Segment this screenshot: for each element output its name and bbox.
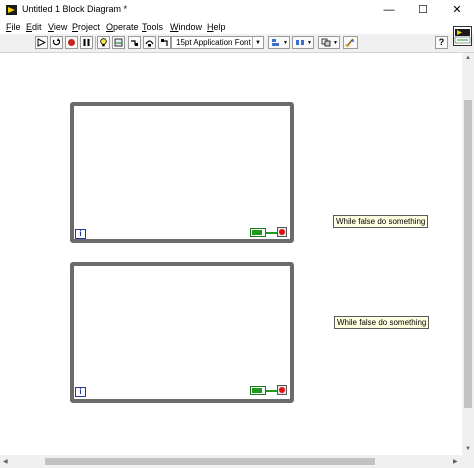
false-constant[interactable] [250,386,266,395]
distribute-objects-button[interactable]: ▼ [292,36,314,49]
stop-icon [279,387,285,393]
vi-connector-icon [454,29,471,44]
while-loop-1[interactable] [70,102,294,243]
toolbar: 15pt Application Font ▼ ▼ ▼ ▼ ? [0,34,474,53]
reorder-icon [321,38,331,47]
context-help-button[interactable]: ? [435,36,448,49]
scroll-right-icon[interactable]: ▶ [453,458,458,465]
window-title: Untitled 1 Block Diagram * [22,4,128,14]
block-diagram-canvas[interactable]: i While false do something i While false… [0,53,462,455]
menu-operate[interactable]: Operate [106,22,139,32]
reorder-button[interactable]: ▼ [318,36,340,49]
iteration-terminal[interactable]: i [75,387,86,397]
boolean-wire[interactable] [266,390,277,392]
menu-file[interactable]: File [6,22,21,32]
iteration-terminal[interactable]: i [75,229,86,239]
chevron-down-icon: ▼ [333,39,338,46]
false-constant[interactable] [250,228,266,237]
free-label-comment[interactable]: While false do something [333,215,429,228]
run-button[interactable] [35,36,48,49]
while-loop-2[interactable] [70,262,294,403]
chevron-down-icon: ▼ [252,37,263,48]
abort-icon [68,39,75,46]
loop-condition-terminal[interactable] [277,227,287,237]
stop-icon [279,229,285,235]
abort-button[interactable] [65,36,78,49]
vi-icon[interactable] [453,26,472,46]
step-over-button[interactable] [143,36,156,49]
step-out-button[interactable] [158,36,171,49]
scroll-up-icon[interactable]: ▲ [465,55,471,61]
toolbar-separator [95,36,96,50]
highlight-execution-button[interactable] [97,36,110,49]
font-select-value: 15pt Application Font [176,38,251,47]
labview-block-diagram-icon [6,5,17,15]
pause-icon [83,39,90,46]
clean-up-diagram-icon [345,38,354,47]
menu-bar: File Edit View Project Operate Tools Win… [0,21,474,34]
boolean-wire[interactable] [266,232,277,234]
minimize-button[interactable]: — [372,0,406,21]
pause-button[interactable] [80,36,93,49]
align-objects-icon [272,39,279,46]
align-objects-button[interactable]: ▼ [268,36,290,49]
menu-tools[interactable]: Tools [142,22,163,32]
step-over-icon [145,40,154,47]
menu-project[interactable]: Project [72,22,100,32]
font-select[interactable]: 15pt Application Font ▼ [171,36,264,49]
step-into-button[interactable] [128,36,141,49]
menu-window[interactable]: Window [170,22,202,32]
maximize-button[interactable]: ☐ [406,0,440,21]
step-into-icon [131,40,138,46]
scroll-left-icon[interactable]: ◀ [3,458,8,465]
run-continuously-icon [52,38,61,46]
vertical-scroll-thumb[interactable] [464,100,472,408]
context-help-icon: ? [438,37,445,47]
chevron-down-icon: ▼ [283,39,288,46]
menu-help[interactable]: Help [207,22,226,32]
step-out-icon [161,39,168,46]
menu-view[interactable]: View [48,22,67,32]
loop-condition-terminal[interactable] [277,385,287,395]
retain-wire-values-icon [114,38,123,47]
clean-up-diagram-button[interactable] [343,36,358,49]
horizontal-scroll-thumb[interactable] [45,458,375,465]
distribute-objects-icon [296,40,304,45]
title-bar[interactable]: Untitled 1 Block Diagram * — ☐ ✕ [0,0,474,21]
run-arrow-icon [37,38,46,47]
retain-wire-values-button[interactable] [112,36,125,49]
close-button[interactable]: ✕ [440,0,474,21]
highlight-execution-icon [100,38,107,47]
scroll-down-icon[interactable]: ▼ [465,446,471,452]
menu-edit[interactable]: Edit [26,22,42,32]
run-continuously-button[interactable] [50,36,63,49]
chevron-down-icon: ▼ [307,39,312,46]
free-label-comment[interactable]: While false do something [334,316,430,329]
